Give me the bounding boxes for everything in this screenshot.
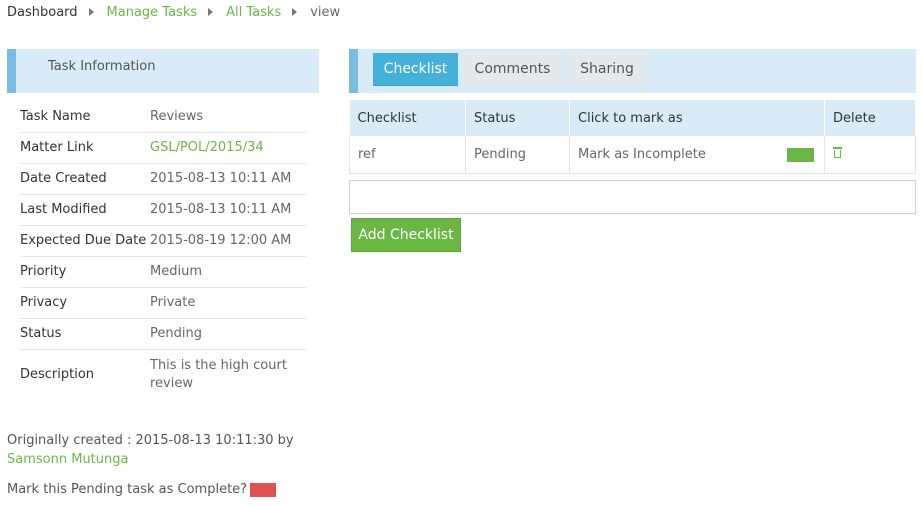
info-label: Status [20,318,150,350]
info-label: Priority [20,256,150,288]
info-row-last-modified: Last Modified 2015-08-13 10:11 AM [20,194,306,226]
info-row-status: Status Pending [20,318,306,350]
info-value: Private [150,287,306,319]
info-value: Reviews [150,101,306,133]
tab-sharing[interactable]: Sharing [569,53,645,86]
col-delete: Delete [824,100,916,136]
breadcrumb-dashboard[interactable]: Dashboard [7,5,78,20]
info-label: Matter Link [20,132,150,164]
checklist-header-row: Checklist Status Click to mark as Delete [349,100,916,136]
originally-created-text: Originally created : 2015-08-13 10:11:30… [7,433,294,448]
delete-cell [824,136,916,174]
tabs-header: Checklist Comments Sharing [349,49,916,93]
chevron-right-icon [208,8,214,16]
checklist-item: ref [349,136,466,174]
info-row-task-name: Task Name Reviews [20,101,306,133]
breadcrumb-manage-tasks[interactable]: Manage Tasks [107,5,198,20]
trash-icon[interactable] [833,146,842,158]
info-row-matter-link: Matter Link GSL/POL/2015/34 [20,132,306,164]
col-status: Status [465,100,570,136]
creator-link[interactable]: Samsonn Mutunga [7,452,128,467]
info-label: Last Modified [20,194,150,226]
info-value: 2015-08-19 12:00 AM [150,225,306,257]
info-row-due-date: Expected Due Date 2015-08-19 12:00 AM [20,225,306,257]
info-label: Description [20,366,95,382]
info-label: Date Created [20,163,150,195]
col-mark-as: Click to mark as [569,100,825,136]
info-value: Pending [150,318,306,350]
checklist-status: Pending [465,136,570,174]
table-row: ref Pending Mark as Incomplete [349,136,916,174]
matter-link[interactable]: GSL/POL/2015/34 [150,140,264,155]
chevron-right-icon [292,8,298,16]
info-value: 2015-08-13 10:11 AM [150,163,306,195]
checklist-table: Checklist Status Click to mark as Delete… [349,100,916,174]
info-value: Medium [150,256,306,288]
mark-complete-row: Mark this Pending task as Complete? [7,482,277,497]
breadcrumb-all-tasks[interactable]: All Tasks [226,5,281,20]
task-info-table: Task Name Reviews Matter Link GSL/POL/20… [20,101,306,399]
tab-comments[interactable]: Comments [464,53,561,86]
info-row-privacy: Privacy Private [20,287,306,319]
info-label: Expected Due Date [20,225,150,257]
breadcrumb: Dashboard Manage Tasks All Tasks view [7,4,340,20]
mark-as-text: Mark as Incomplete [578,146,706,162]
mark-incomplete-button[interactable] [787,148,814,162]
info-row-priority: Priority Medium [20,256,306,288]
tab-checklist[interactable]: Checklist [373,53,458,86]
mark-as-cell: Mark as Incomplete [569,136,825,174]
col-checklist: Checklist [349,100,466,136]
info-label: Task Name [20,101,150,133]
add-checklist-button[interactable]: Add Checklist [351,218,461,252]
info-label: Privacy [20,287,150,319]
mark-complete-button[interactable] [250,482,277,497]
chevron-right-icon [88,8,94,16]
breadcrumb-current: view [310,4,341,20]
info-row-date-created: Date Created 2015-08-13 10:11 AM [20,163,306,195]
task-info-header: Task Information [7,49,319,93]
mark-complete-text: Mark this Pending task as Complete? [7,482,248,497]
info-row-description: Description This is the high court revie… [20,349,306,399]
originally-created-note: Originally created : 2015-08-13 10:11:30… [7,431,322,469]
info-value: This is the high court review [150,358,287,392]
info-value: 2015-08-13 10:11 AM [150,194,306,226]
checklist-input[interactable] [349,180,916,214]
task-info-title: Task Information [48,59,156,74]
